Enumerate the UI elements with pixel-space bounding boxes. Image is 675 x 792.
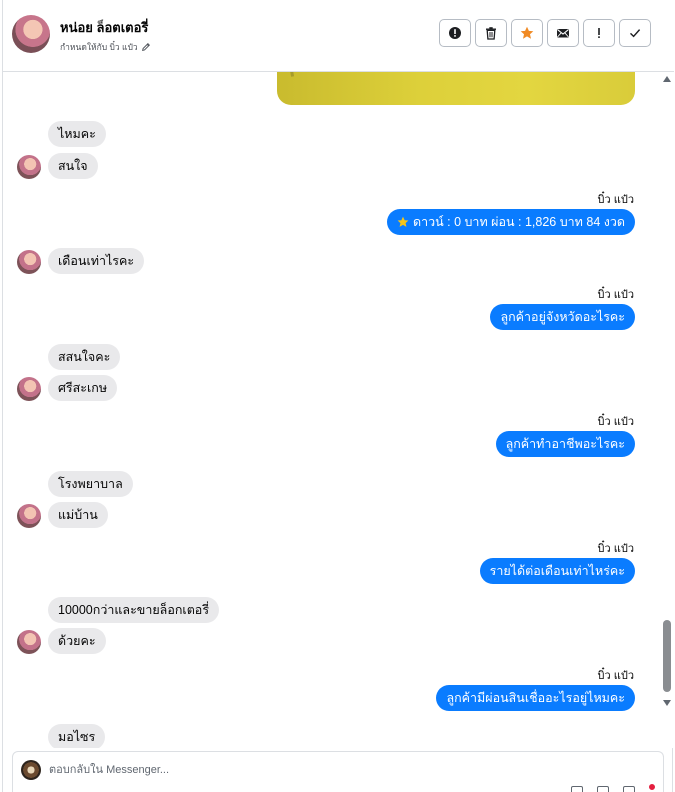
exclamation-icon [598, 28, 600, 38]
incoming-message[interactable]: สนใจ [48, 153, 98, 179]
sender-name: บิ๋ว แป๋ว [597, 670, 634, 682]
envelope-icon [557, 29, 569, 38]
page-avatar [21, 760, 41, 780]
star-emoji-icon [397, 216, 409, 227]
scrollbar-thumb[interactable] [663, 620, 671, 692]
contact-avatar-small[interactable] [17, 250, 41, 274]
mark-unread-button[interactable] [547, 19, 579, 47]
incoming-message[interactable]: แม่บ้าน [48, 502, 108, 528]
incoming-message[interactable]: ด้วยคะ [48, 628, 106, 654]
contact-avatar-small[interactable] [17, 630, 41, 654]
done-button[interactable] [619, 19, 651, 47]
outgoing-message[interactable]: ลูกค้าทำอาชีพอะไรคะ [495, 431, 635, 457]
composer-tools [571, 784, 655, 792]
incoming-message[interactable]: มอไซร [48, 724, 106, 748]
message-thread[interactable]: ไหมคะ สนใจ บิ๋ว แป๋ว ดาวน์ : 0 บาท ผ่อน … [3, 72, 660, 748]
emoji-icon[interactable] [597, 786, 609, 792]
pencil-icon[interactable] [141, 42, 151, 52]
attachment-icon[interactable] [571, 786, 583, 792]
conversation-header: หน่อย ล็อตเตอรี่ กำหนดให้กับ บิ๋ว แป๋ว [3, 0, 674, 72]
contact-avatar-small[interactable] [17, 155, 41, 179]
notification-dot-icon [649, 784, 655, 790]
conversation-toolbar [439, 19, 651, 47]
outgoing-message[interactable]: ดาวน์ : 0 บาท ผ่อน : 1,826 บาท 84 งวด [386, 209, 635, 235]
saved-reply-icon[interactable] [623, 786, 635, 792]
outgoing-message-text: ดาวน์ : 0 บาท ผ่อน : 1,826 บาท 84 งวด [412, 215, 625, 229]
contact-avatar-small[interactable] [17, 504, 41, 528]
alert-circle-icon [449, 27, 461, 39]
sender-name: บิ๋ว แป๋ว [597, 543, 634, 555]
incoming-message[interactable]: สสนใจคะ [48, 344, 121, 370]
star-button[interactable] [511, 19, 543, 47]
scroll-down-arrow-icon[interactable] [663, 700, 671, 706]
assignment-line[interactable]: กำหนดให้กับ บิ๋ว แป๋ว [60, 40, 151, 54]
incoming-message[interactable]: ศรีสะเกษ [48, 375, 118, 401]
reply-input[interactable] [49, 759, 449, 781]
sender-name: บิ๋ว แป๋ว [597, 416, 634, 428]
outgoing-message[interactable]: ลูกค้ามีผ่อนสินเชื่ออะไรอยู่ไหมคะ [436, 685, 635, 711]
flag-button[interactable] [583, 19, 615, 47]
contact-name[interactable]: หน่อย ล็อตเตอรี่ [60, 17, 148, 38]
trash-icon [486, 27, 496, 40]
assigned-to-label: กำหนดให้กับ บิ๋ว แป๋ว [60, 42, 138, 52]
sender-name: บิ๋ว แป๋ว [597, 289, 634, 301]
incoming-message[interactable]: ไหมคะ [48, 121, 106, 147]
checkmark-icon [630, 29, 641, 38]
reply-composer [12, 751, 664, 792]
scroll-up-arrow-icon[interactable] [663, 76, 671, 82]
thread-scrollbar[interactable] [660, 72, 674, 748]
delete-button[interactable] [475, 19, 507, 47]
incoming-message[interactable]: 10000กว่าและขายล็อกเตอรี่ [48, 597, 220, 623]
photo-attachment[interactable] [277, 72, 635, 105]
outgoing-message[interactable]: ลูกค้าอยู่จังหวัดอะไรคะ [490, 304, 635, 330]
sender-name: บิ๋ว แป๋ว [597, 194, 634, 206]
star-icon [520, 26, 534, 39]
incoming-message[interactable]: เดือนเท่าไรคะ [48, 248, 145, 274]
contact-avatar-small[interactable] [17, 377, 41, 401]
contact-avatar[interactable] [12, 15, 50, 53]
conversation-panel: หน่อย ล็อตเตอรี่ กำหนดให้กับ บิ๋ว แป๋ว ไ… [2, 0, 674, 792]
incoming-message[interactable]: โรงพยาบาล [48, 471, 133, 497]
report-button[interactable] [439, 19, 471, 47]
outgoing-message[interactable]: รายได้ต่อเดือนเท่าไหร่คะ [479, 558, 635, 584]
